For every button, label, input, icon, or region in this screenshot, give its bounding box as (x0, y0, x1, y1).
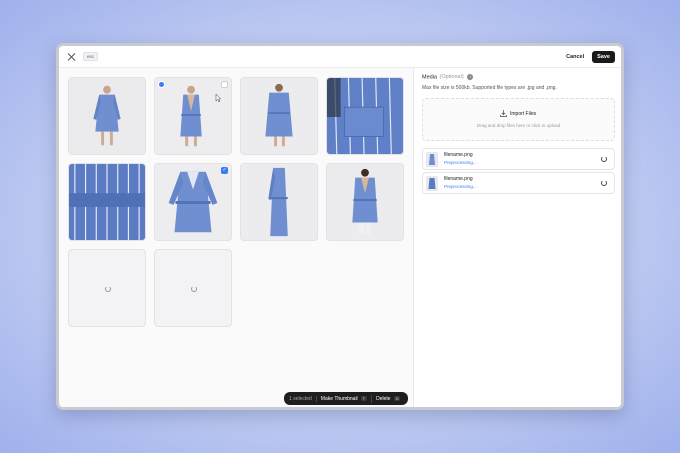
file-status: Preprocessing... (444, 160, 477, 165)
delete-shortcut-key: D (393, 396, 401, 401)
import-files-button[interactable]: Import Files (510, 111, 536, 117)
drop-hint: Drag and drop files here or click to upl… (476, 123, 561, 128)
robe-flat-image (155, 164, 231, 240)
robe-back-image (241, 78, 317, 154)
save-button[interactable]: Save (592, 50, 615, 63)
media-editor-window: esc Cancel Save ✓ 1 selected Make Thumbn… (56, 43, 624, 410)
esc-key-hint: esc (83, 52, 99, 61)
upload-file-row: filename.png Preprocessing... (422, 148, 615, 170)
image-tile-3[interactable] (240, 77, 318, 155)
image-tile-loading-1 (68, 249, 146, 327)
image-tile-2[interactable] (154, 77, 232, 155)
media-header: Media (Optional) i (422, 74, 474, 81)
robe-front-image (69, 78, 145, 154)
loading-spinner-icon (191, 286, 197, 292)
file-preview-image (426, 176, 438, 191)
loading-spinner-icon (601, 180, 607, 186)
robe-side-image (241, 164, 317, 240)
close-icon[interactable] (67, 52, 77, 62)
image-tile-7[interactable] (240, 163, 318, 241)
image-tile-6[interactable]: ✓ (154, 163, 232, 241)
file-thumbnail (426, 152, 438, 167)
optional-tag: (Optional) (439, 74, 464, 81)
select-checkbox[interactable] (221, 81, 228, 88)
robe-front-image (155, 78, 231, 154)
thumbnail-shortcut-key: T (360, 396, 368, 401)
upload-file-row: filename.png Preprocessing... (422, 172, 615, 194)
file-thumbnail (426, 176, 438, 191)
cancel-button[interactable]: Cancel (561, 50, 590, 63)
media-title: Media (422, 74, 437, 81)
robe-model-image (327, 164, 403, 240)
make-thumbnail-button[interactable]: Make Thumbnail T (317, 396, 371, 402)
pointer-cursor-icon (215, 94, 221, 102)
make-thumbnail-label: Make Thumbnail (320, 395, 358, 402)
download-icon (500, 110, 507, 117)
delete-label: Delete (376, 395, 391, 402)
file-preview-image (426, 152, 438, 167)
image-tile-8[interactable] (326, 163, 404, 241)
media-panel: Media (Optional) i Max file size is 500k… (414, 68, 621, 407)
image-tile-1[interactable] (68, 77, 146, 155)
fabric-pocket-image (327, 78, 403, 154)
selected-checkbox-icon[interactable]: ✓ (221, 167, 228, 174)
image-tile-5[interactable] (68, 163, 146, 241)
loading-spinner-icon (601, 156, 607, 162)
loading-spinner-icon (105, 286, 111, 292)
selected-count: 1 selected (289, 395, 317, 402)
fabric-stripes-image (69, 164, 145, 240)
file-name: filename.png (444, 176, 473, 182)
file-name: filename.png (444, 152, 473, 158)
selection-action-bar: 1 selected Make Thumbnail T Delete D (284, 392, 409, 405)
thumbnail-badge-icon (158, 81, 165, 88)
file-dropzone[interactable]: Import Files Drag and drop files here or… (422, 98, 615, 141)
delete-button[interactable]: Delete D (372, 396, 404, 402)
image-tile-4[interactable] (326, 77, 404, 155)
info-icon[interactable]: i (467, 74, 474, 80)
file-status: Preprocessing... (444, 184, 477, 189)
top-bar: esc Cancel Save (59, 46, 621, 68)
media-description: Max file size is 500kb. Supported file t… (422, 85, 557, 91)
gallery-pane: ✓ 1 selected Make Thumbnail T Delete D (59, 68, 413, 407)
image-tile-loading-2 (154, 249, 232, 327)
